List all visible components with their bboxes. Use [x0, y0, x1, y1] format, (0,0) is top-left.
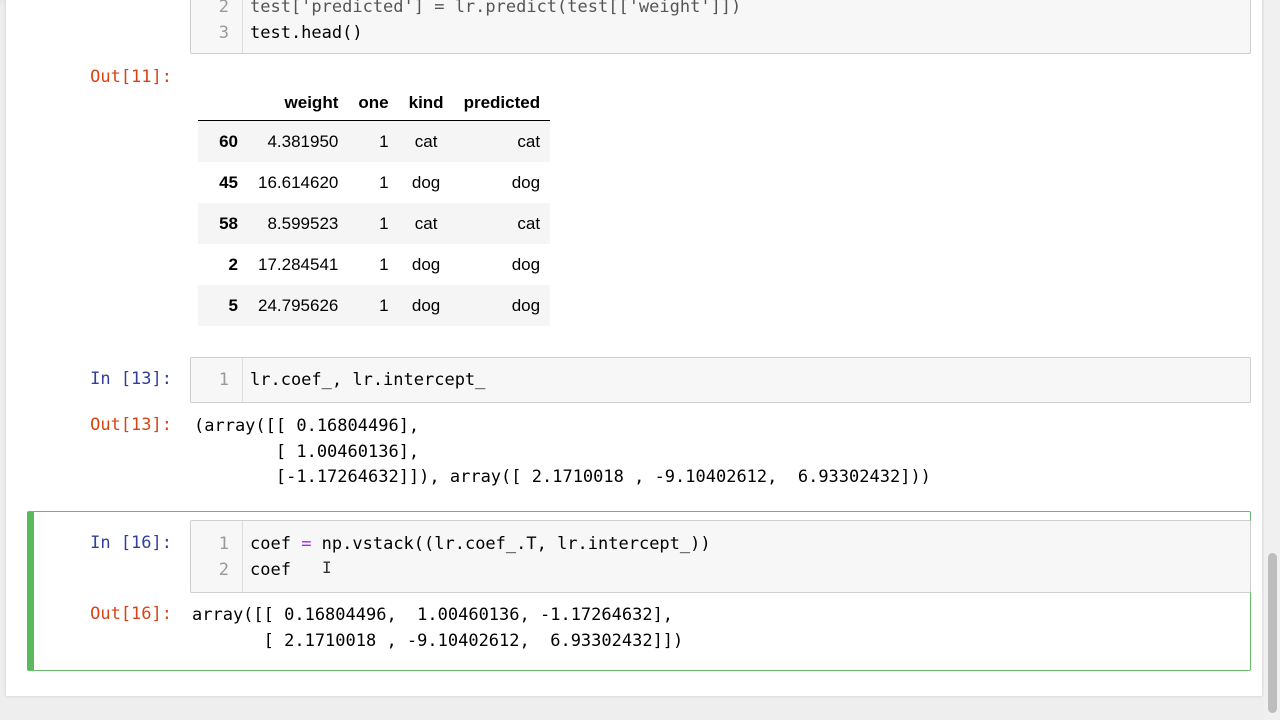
code-input-cell-11[interactable]: 2 3 test['predicted'] = lr.predict(test[…	[190, 0, 1251, 54]
row-index: 58	[219, 213, 238, 233]
line-number-gutter: 1 2	[191, 521, 243, 592]
cell-weight: 17.284541	[258, 254, 339, 274]
line-number: 2	[218, 0, 229, 17]
cell-weight: 16.614620	[258, 172, 339, 192]
output-line: array([[ 0.16804496, 1.00460136, -1.1726…	[192, 605, 674, 625]
code-token: np.vstack((lr.coef_.T, lr.intercept_))	[311, 534, 711, 554]
in-prompt-16: In [16]:	[90, 533, 172, 553]
output-line: [-1.17264632]]), array([ 2.1710018 , -9.…	[194, 467, 931, 487]
row-index: 2	[228, 254, 238, 274]
cell-one: 1	[379, 131, 389, 151]
output-text-16: array([[ 0.16804496, 1.00460136, -1.1726…	[192, 603, 683, 654]
line-number: 1	[218, 534, 229, 554]
cell-one: 1	[379, 295, 389, 315]
dataframe-table: weight one kind predicted 60 4.381950 1 …	[198, 86, 551, 326]
cell-predicted: dog	[511, 254, 541, 274]
column-header-kind: kind	[398, 86, 454, 121]
cell-predicted: cat	[517, 131, 541, 151]
column-header-weight: weight	[248, 86, 349, 121]
column-header-one: one	[348, 86, 399, 121]
i-beam-cursor-icon: I	[322, 558, 332, 577]
code-line[interactable]: coef = np.vstack((lr.coef_.T, lr.interce…	[250, 534, 711, 554]
line-number: 1	[218, 370, 229, 390]
operator-token: =	[301, 534, 312, 554]
code-line[interactable]: test['predicted'] = lr.predict(test[['we…	[250, 0, 741, 17]
cell-weight: 24.795626	[258, 295, 339, 315]
code-line[interactable]: test.head()	[250, 23, 363, 43]
row-index: 5	[228, 295, 238, 315]
output-text-13: (array([[ 0.16804496], [ 1.00460136], [-…	[194, 414, 931, 491]
scrollbar-thumb[interactable]	[1268, 553, 1277, 713]
cell-predicted: dog	[511, 295, 541, 315]
cell-one: 1	[379, 172, 389, 192]
line-number: 2	[218, 560, 229, 580]
cell-kind: cat	[414, 213, 438, 233]
out-prompt-11: Out[11]:	[90, 67, 172, 87]
out-prompt-16: Out[16]:	[90, 604, 172, 624]
line-number-gutter: 2 3	[191, 0, 243, 53]
column-header-predicted: predicted	[453, 86, 551, 121]
cell-kind: dog	[411, 295, 441, 315]
cell-predicted: dog	[511, 172, 541, 192]
cell-weight: 4.381950	[267, 131, 339, 151]
table-row: 5 24.795626 1 dog dog	[198, 285, 551, 326]
table-row: 60 4.381950 1 cat cat	[198, 120, 551, 162]
cell-kind: dog	[411, 254, 441, 274]
code-line[interactable]: coef	[250, 560, 291, 580]
output-line: [ 2.1710018 , -9.10402612, 6.93302432]])	[192, 630, 684, 651]
code-input-cell-13[interactable]: 1 lr.coef_, lr.intercept_	[190, 357, 1251, 403]
in-prompt-13: In [13]:	[90, 369, 172, 389]
row-index: 45	[219, 172, 238, 192]
cell-weight: 8.599523	[267, 213, 339, 233]
output-line: [ 1.00460136],	[194, 441, 420, 462]
code-token: coef	[250, 534, 302, 554]
table-row: 45 16.614620 1 dog dog	[198, 162, 550, 203]
cell-one: 1	[379, 254, 389, 274]
table-row: 2 17.284541 1 dog dog	[198, 244, 550, 285]
line-number-gutter: 1	[191, 358, 243, 402]
line-number: 3	[218, 23, 229, 43]
table-row: 58 8.599523 1 cat cat	[198, 203, 551, 244]
out-prompt-13: Out[13]:	[90, 415, 172, 435]
notebook-container: 2 3 test['predicted'] = lr.predict(test[…	[6, 0, 1262, 696]
index-header	[198, 86, 248, 121]
cell-one: 1	[379, 213, 389, 233]
cell-kind: cat	[414, 131, 438, 151]
code-line[interactable]: lr.coef_, lr.intercept_	[250, 370, 485, 390]
row-index: 60	[219, 131, 238, 151]
table-header-row: weight one kind predicted	[198, 86, 551, 121]
output-line: (array([[ 0.16804496],	[194, 416, 420, 436]
cell-kind: dog	[411, 172, 441, 192]
cell-predicted: cat	[517, 213, 541, 233]
code-input-cell-16[interactable]: 1 2 coef = np.vstack((lr.coef_.T, lr.int…	[190, 520, 1251, 593]
